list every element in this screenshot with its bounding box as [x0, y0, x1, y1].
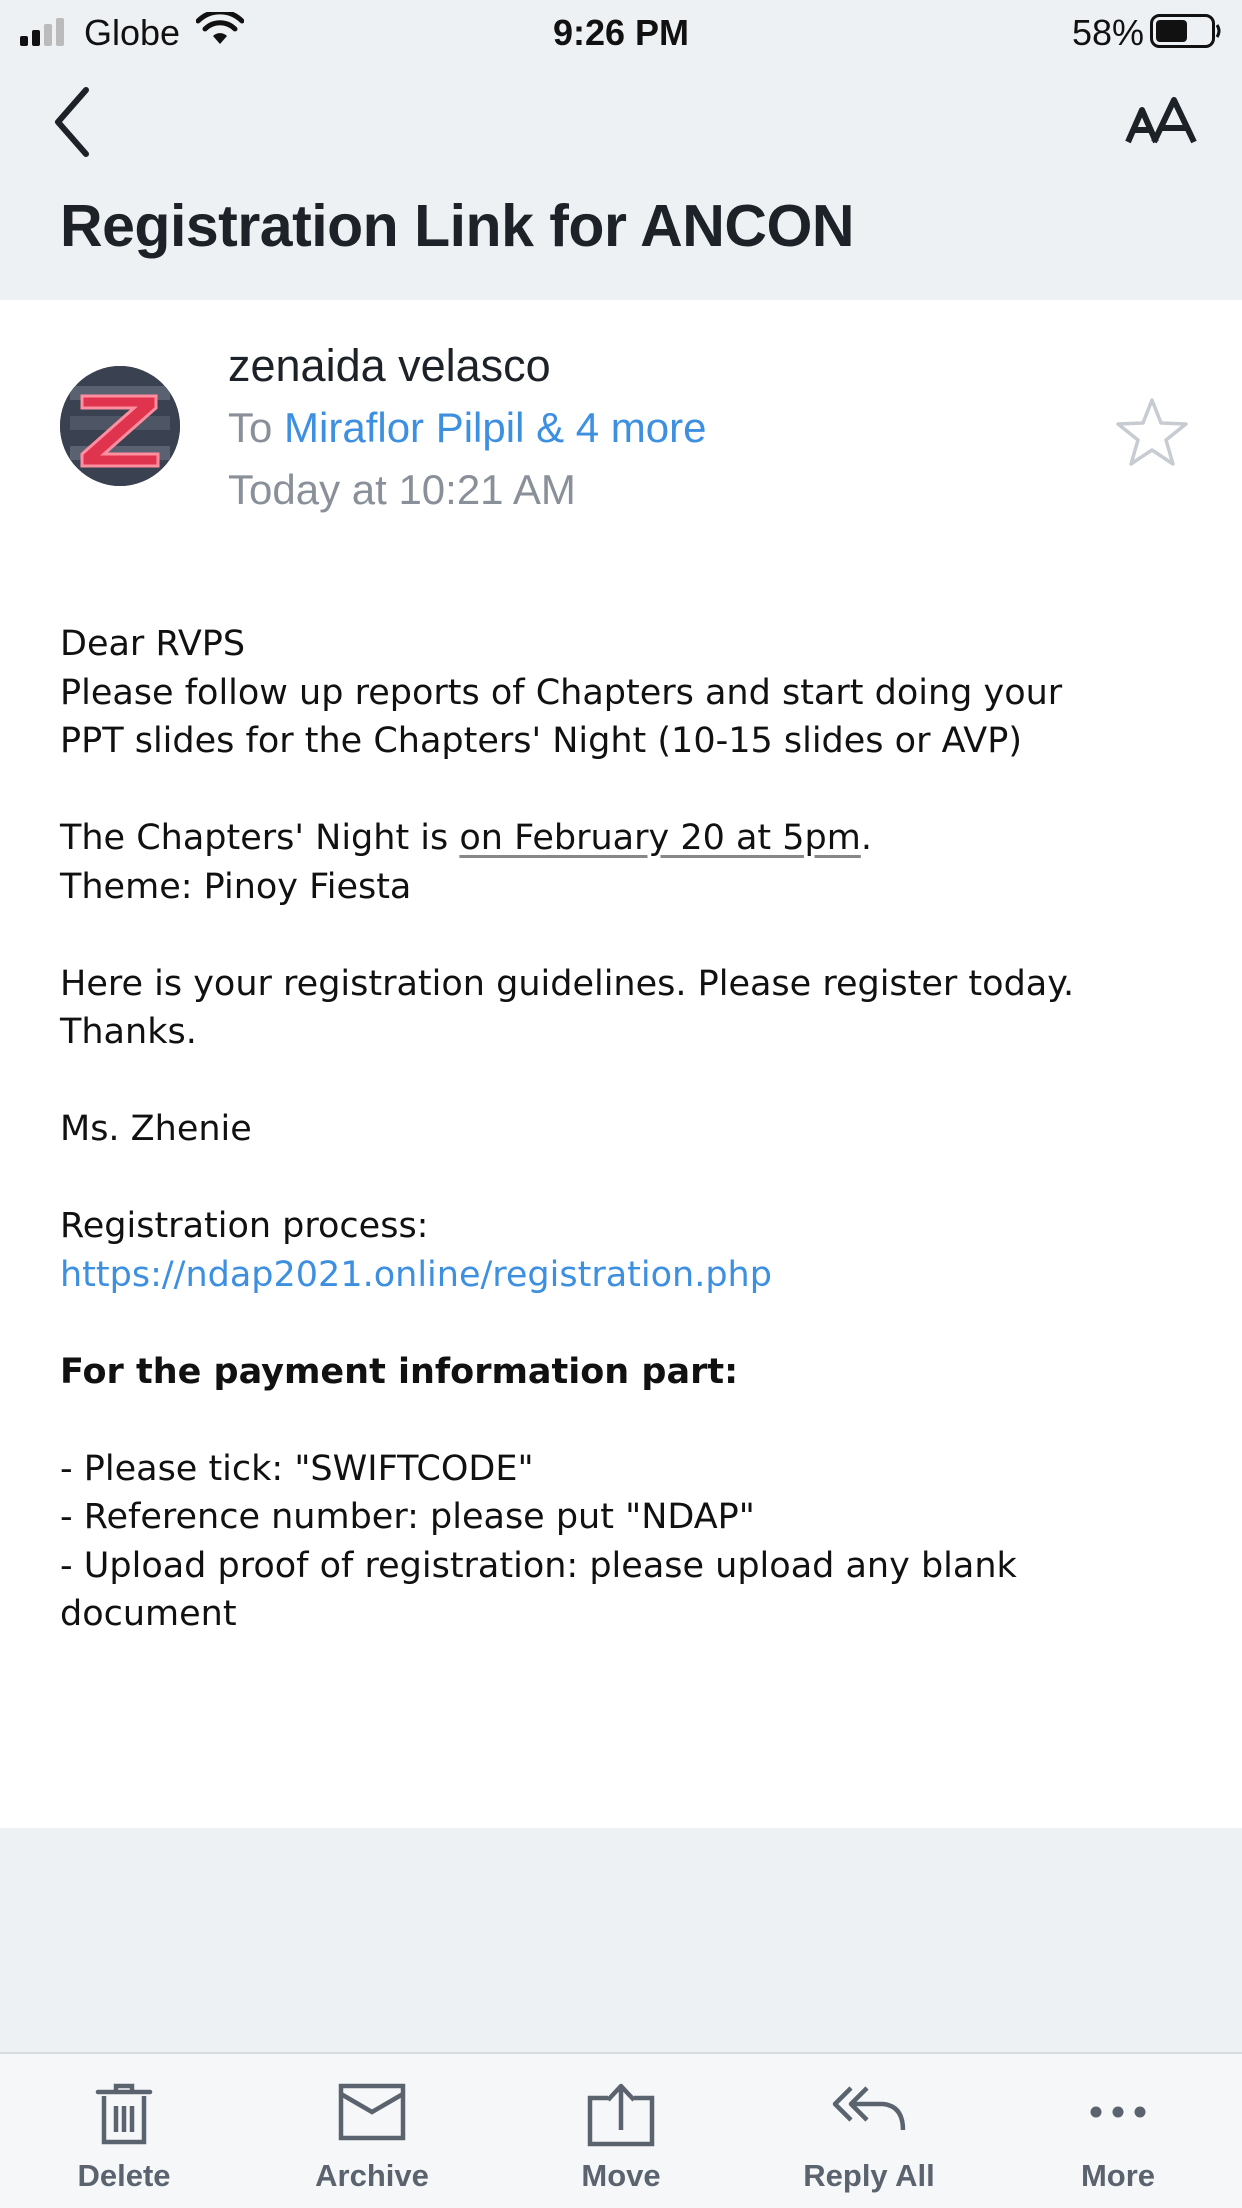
more-button[interactable]: More	[994, 2054, 1242, 2208]
move-icon	[587, 2083, 655, 2147]
trash-icon	[95, 2083, 153, 2145]
archive-label: Archive	[315, 2158, 429, 2193]
body-bullet: - Please tick: "SWIFTCODE"	[60, 1448, 534, 1489]
back-button[interactable]	[48, 84, 98, 160]
body-thanks: Thanks.	[60, 1012, 197, 1052]
body-bullet: - Reference number: please put "NDAP"	[60, 1497, 755, 1537]
avatar-neon-z-image	[60, 366, 180, 486]
night-prefix: The Chapters' Night is	[60, 818, 460, 858]
star-icon[interactable]	[1114, 396, 1190, 468]
event-date-link[interactable]: on February 20 at 5pm	[459, 818, 860, 858]
battery-percent: 58%	[1071, 12, 1144, 53]
recipients-link[interactable]: Miraflor Pilpil & 4 more	[284, 404, 706, 451]
body-guidelines: Here is your registration guidelines. Pl…	[60, 963, 1075, 1004]
body-signature: Ms. Zhenie	[60, 1109, 252, 1149]
payment-heading: For the payment information part:	[60, 1351, 739, 1392]
bottom-toolbar: Delete Archive Move Reply All More	[0, 2052, 1242, 2208]
night-suffix: .	[860, 818, 872, 858]
sender-avatar[interactable]	[60, 366, 180, 486]
clock: 9:26 PM	[552, 12, 690, 53]
body-theme: Theme: Pinoy Fiesta	[60, 866, 412, 907]
archive-button[interactable]: Archive	[248, 2054, 496, 2208]
recipients-line: To Miraflor Pilpil & 4 more	[228, 404, 706, 452]
text-size-icon[interactable]	[1124, 96, 1200, 148]
message-card: zenaida velasco To Miraflor Pilpil & 4 m…	[0, 300, 1242, 1828]
email-body: Dear RVPS Please follow up reports of Ch…	[60, 620, 1200, 1639]
move-button[interactable]: Move	[497, 2054, 745, 2208]
delete-button[interactable]: Delete	[0, 2054, 248, 2208]
delete-label: Delete	[77, 2158, 171, 2193]
body-line: PPT slides for the Chapters' Night (10-1…	[60, 721, 1023, 761]
reply-all-label: Reply All	[803, 2158, 935, 2193]
sender-name: zenaida velasco	[228, 340, 551, 391]
body-process-label: Registration process:	[60, 1206, 429, 1246]
archive-icon	[338, 2083, 406, 2141]
body-greeting: Dear RVPS	[60, 624, 246, 664]
registration-link[interactable]: https://ndap2021.online/registration.php	[60, 1255, 772, 1295]
message-timestamp: Today at 10:21 AM	[228, 466, 576, 513]
reply-all-icon	[832, 2086, 906, 2131]
status-bar: Globe 9:26 PM 58%	[0, 0, 1242, 62]
body-night-line: The Chapters' Night is on February 20 at…	[60, 814, 1200, 863]
more-dots-icon	[1090, 2106, 1146, 2118]
move-label: Move	[581, 2158, 661, 2193]
battery-icon	[1150, 14, 1221, 48]
reply-all-button[interactable]: Reply All	[745, 2054, 993, 2208]
email-subject: Registration Link for ANCON	[60, 193, 854, 259]
email-header: Registration Link for ANCON	[0, 62, 1242, 300]
body-bullet-continued: document	[60, 1594, 237, 1634]
to-label: To	[228, 404, 273, 451]
body-bullet: - Upload proof of registration: please u…	[60, 1545, 1017, 1586]
more-label: More	[1080, 2158, 1156, 2193]
body-line: Please follow up reports of Chapters and…	[60, 672, 1063, 713]
